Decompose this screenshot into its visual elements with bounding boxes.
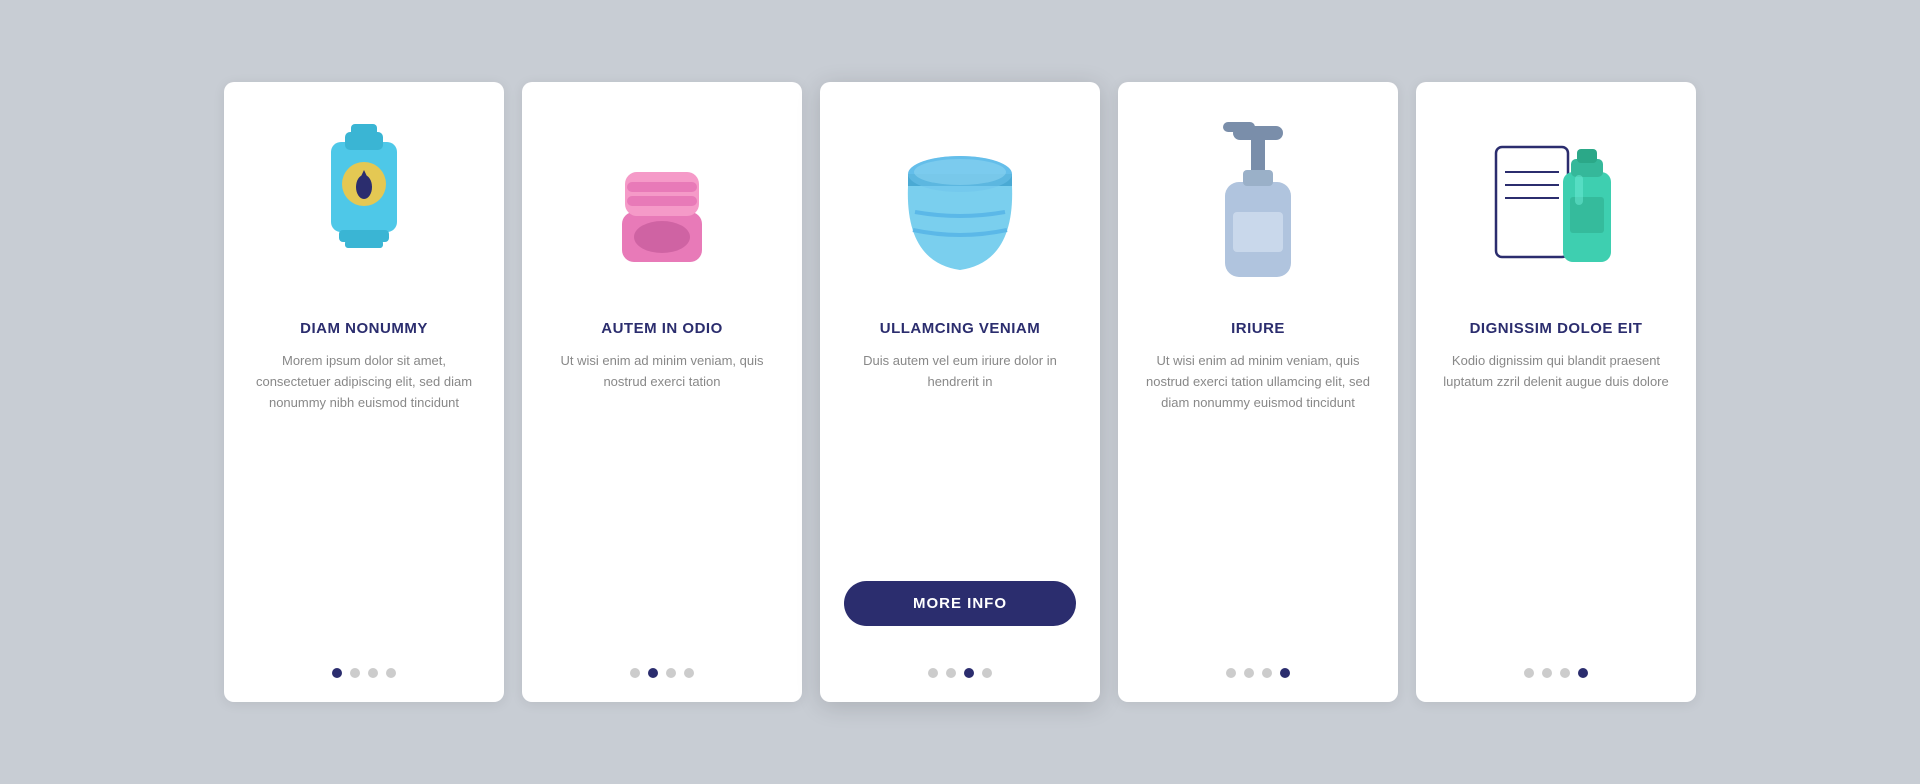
dot-1 [332, 668, 342, 678]
card-text: Ut wisi enim ad minim veniam, quis nostr… [546, 351, 778, 650]
card-iriure: IRIURE Ut wisi enim ad minim veniam, qui… [1118, 82, 1398, 702]
card-ullamcing-veniam: ULLAMCING VENIAM Duis autem vel eum iriu… [820, 82, 1100, 702]
dot-4 [1578, 668, 1588, 678]
dot-3 [368, 668, 378, 678]
dot-1 [1524, 668, 1534, 678]
dot-1 [928, 668, 938, 678]
dot-4 [386, 668, 396, 678]
compact-icon [597, 112, 727, 292]
dots-indicator [928, 668, 992, 678]
dot-3 [964, 668, 974, 678]
dot-3 [1560, 668, 1570, 678]
card-title: ULLAMCING VENIAM [880, 320, 1041, 337]
dots-indicator [630, 668, 694, 678]
dot-4 [1280, 668, 1290, 678]
tube-icon [299, 112, 429, 292]
dot-3 [1262, 668, 1272, 678]
dot-1 [630, 668, 640, 678]
dot-2 [946, 668, 956, 678]
dots-indicator [332, 668, 396, 678]
bottle-set-icon [1491, 112, 1621, 292]
more-info-button[interactable]: MORE INFO [844, 581, 1076, 626]
card-title: DIAM NONUMMY [300, 320, 428, 337]
card-text: Kodio dignissim qui blandit praesent lup… [1440, 351, 1672, 650]
card-dignissim-doloe-eit: DIGNISSIM DOLOE EIT Kodio dignissim qui … [1416, 82, 1696, 702]
cards-container: DIAM NONUMMY Morem ipsum dolor sit amet,… [164, 42, 1756, 742]
dot-2 [1244, 668, 1254, 678]
card-diam-nonummy: DIAM NONUMMY Morem ipsum dolor sit amet,… [224, 82, 504, 702]
dots-indicator [1226, 668, 1290, 678]
card-text: Ut wisi enim ad minim veniam, quis nostr… [1142, 351, 1374, 650]
dot-4 [684, 668, 694, 678]
card-title: IRIURE [1231, 320, 1285, 337]
dot-2 [1542, 668, 1552, 678]
card-autem-in-odio: AUTEM IN ODIO Ut wisi enim ad minim veni… [522, 82, 802, 702]
pump-icon [1193, 112, 1323, 292]
dot-3 [666, 668, 676, 678]
dot-2 [648, 668, 658, 678]
dots-indicator [1524, 668, 1588, 678]
dot-1 [1226, 668, 1236, 678]
dot-4 [982, 668, 992, 678]
card-text: Morem ipsum dolor sit amet, consectetuer… [248, 351, 480, 650]
card-text: Duis autem vel eum iriure dolor in hendr… [844, 351, 1076, 563]
jar-icon [895, 112, 1025, 292]
dot-2 [350, 668, 360, 678]
card-title: DIGNISSIM DOLOE EIT [1470, 320, 1643, 337]
card-title: AUTEM IN ODIO [601, 320, 723, 337]
